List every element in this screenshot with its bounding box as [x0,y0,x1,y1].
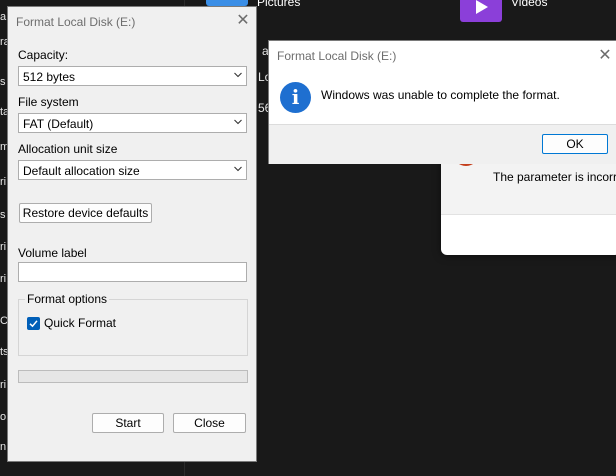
format-dialog: Format Local Disk (E:) ✕ Capacity: 512 b… [7,6,257,462]
chevron-down-icon [234,72,242,78]
error-dialog: The parameter is incorre [441,150,616,255]
format-progress-bar [18,370,248,383]
start-button[interactable]: Start [92,413,164,433]
filesystem-select[interactable]: FAT (Default) [18,113,247,133]
message-box-footer: OK [269,124,616,164]
error-dialog-footer [441,214,616,255]
ok-button[interactable]: OK [542,134,608,154]
capacity-value: 512 bytes [23,70,76,84]
capacity-label: Capacity: [18,48,69,62]
close-button[interactable]: Close [173,413,246,433]
videos-folder-label[interactable]: Videos [511,0,547,9]
message-box-title: Format Local Disk (E:) [277,49,397,63]
nav-fragment: o [0,411,7,423]
videos-folder-icon[interactable] [460,0,502,22]
nav-fragment: ri [0,273,7,285]
message-text: Windows was unable to complete the forma… [321,88,560,102]
allocation-value: Default allocation size [23,164,140,178]
checkmark-icon [29,320,38,328]
volume-label-input[interactable] [18,262,247,282]
error-message: The parameter is incorre [493,170,616,184]
pictures-folder-label[interactable]: Pictures [257,0,300,9]
dialog-title: Format Local Disk (E:) [16,15,136,29]
filesystem-label: File system [18,95,79,109]
chevron-down-icon [234,166,242,172]
volume-label-caption: Volume label [18,246,87,260]
filesystem-value: FAT (Default) [23,117,94,131]
nav-fragment: s [0,76,6,88]
capacity-select[interactable]: 512 bytes [18,66,247,86]
nav-fragment: ri [0,176,7,188]
format-options-label: Format options [25,292,110,306]
chevron-down-icon [234,119,242,125]
format-options-group: Format options Quick Format [18,292,248,356]
nav-fragment: ri [0,379,7,391]
play-icon [476,0,488,14]
format-error-message-box: Format Local Disk (E:) ✕ i Windows was u… [268,40,616,164]
allocation-label: Allocation unit size [18,142,118,156]
nav-fragment: a [0,11,7,23]
close-icon[interactable]: ✕ [598,48,612,64]
close-icon[interactable]: ✕ [236,13,250,29]
quick-format-checkbox[interactable] [27,317,40,330]
restore-defaults-button[interactable]: Restore device defaults [19,203,152,223]
quick-format-label[interactable]: Quick Format [44,316,116,330]
nav-fragment: ri [0,241,7,253]
info-icon: i [280,82,311,113]
nav-fragment: n [0,441,7,453]
nav-fragment: s [0,209,6,221]
allocation-select[interactable]: Default allocation size [18,160,247,180]
